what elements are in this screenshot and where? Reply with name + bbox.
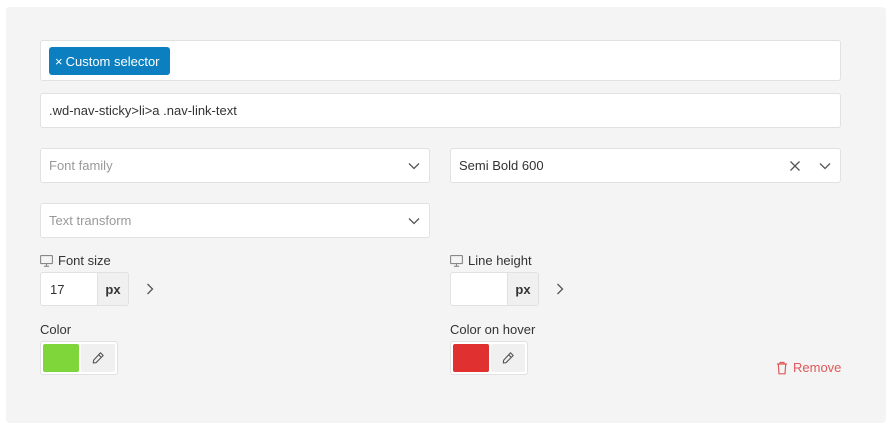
font-family-placeholder: Font family — [49, 158, 113, 173]
font-weight-value: Semi Bold 600 — [459, 158, 544, 173]
custom-selector-tag[interactable]: × Custom selector — [49, 47, 170, 75]
desktop-icon[interactable] — [40, 254, 53, 267]
chevron-right-icon[interactable] — [143, 282, 157, 296]
remove-button[interactable]: Remove — [776, 360, 841, 375]
line-height-input[interactable] — [451, 273, 508, 305]
color-label: Color — [40, 322, 72, 337]
custom-selector-input[interactable]: .wd-nav-sticky>li>a .nav-link-text — [40, 93, 841, 128]
line-height-control: px — [450, 272, 539, 306]
text-transform-select[interactable]: Text transform — [40, 203, 430, 238]
desktop-icon[interactable] — [450, 254, 463, 267]
chevron-down-icon — [407, 159, 421, 173]
tag-remove-icon[interactable]: × — [55, 55, 63, 68]
color-hover-control — [450, 341, 528, 375]
color-hover-label: Color on hover — [450, 322, 536, 337]
clear-icon[interactable] — [788, 159, 802, 173]
font-weight-select[interactable]: Semi Bold 600 — [450, 148, 841, 183]
color-swatch[interactable] — [43, 344, 79, 372]
line-height-unit[interactable]: px — [508, 273, 538, 305]
eyedropper-icon — [502, 352, 514, 364]
selector-tag-field[interactable]: × Custom selector — [40, 40, 841, 81]
eyedropper-button[interactable] — [81, 344, 115, 372]
color-hover-swatch[interactable] — [453, 344, 489, 372]
font-size-label: Font size — [40, 253, 111, 268]
line-height-label: Line height — [450, 253, 532, 268]
font-size-unit[interactable]: px — [98, 273, 128, 305]
text-transform-placeholder: Text transform — [49, 213, 132, 228]
trash-icon — [776, 361, 788, 375]
eyedropper-button[interactable] — [491, 344, 525, 372]
font-size-label-text: Font size — [58, 253, 111, 268]
remove-label: Remove — [793, 360, 842, 375]
chevron-down-icon — [407, 214, 421, 228]
font-size-input[interactable]: 17 — [41, 273, 98, 305]
chevron-right-icon[interactable] — [553, 282, 567, 296]
eyedropper-icon — [92, 352, 104, 364]
line-height-label-text: Line height — [468, 253, 532, 268]
font-family-select[interactable]: Font family — [40, 148, 430, 183]
font-size-control: 17 px — [40, 272, 129, 306]
color-control — [40, 341, 118, 375]
tag-label: Custom selector — [65, 53, 160, 69]
chevron-down-icon — [818, 159, 832, 173]
